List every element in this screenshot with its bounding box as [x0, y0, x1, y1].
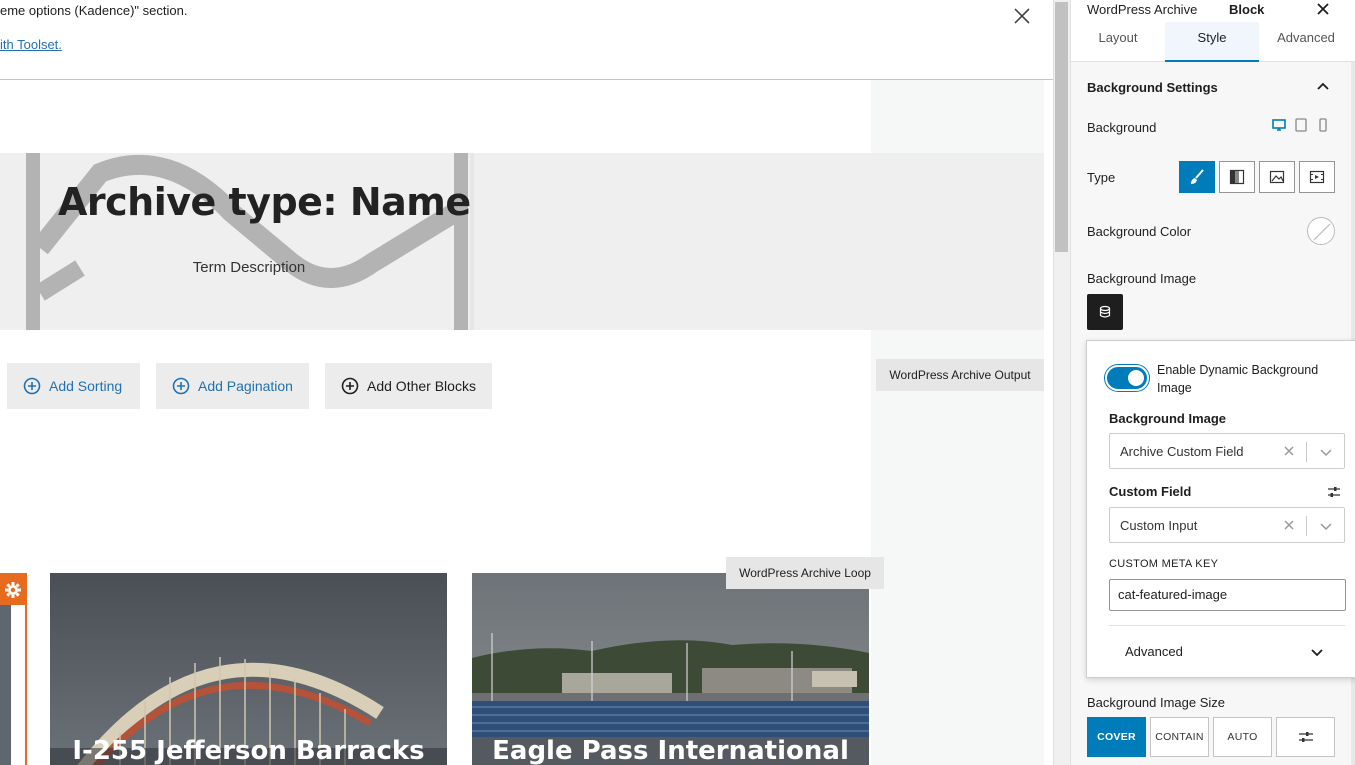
size-cover-button[interactable]: COVER — [1087, 717, 1146, 757]
type-color-button[interactable] — [1179, 161, 1215, 193]
meta-key-label: CUSTOM META KEY — [1109, 558, 1219, 570]
close-icon[interactable] — [1010, 4, 1034, 28]
editor-canvas: eme options (Kadence)" section. ith Tool… — [0, 0, 1053, 765]
sidebar-header: WordPress Archive Block — [1071, 0, 1355, 22]
device-switcher — [1272, 118, 1330, 132]
archive-loop-label[interactable]: WordPress Archive Loop — [726, 557, 884, 589]
archive-output-label[interactable]: WordPress Archive Output — [876, 359, 1044, 391]
background-label: Background — [1087, 120, 1157, 135]
add-pagination-label: Add Pagination — [198, 378, 293, 394]
toggle-label: Enable Dynamic Background Image — [1157, 363, 1319, 395]
desktop-icon[interactable] — [1272, 118, 1286, 132]
type-image-button[interactable] — [1259, 161, 1295, 193]
notice-link[interactable]: ith Toolset. — [0, 37, 62, 52]
page-title: Archive type: Name — [58, 180, 471, 224]
plus-circle-icon — [341, 377, 359, 395]
meta-key-input[interactable]: cat-featured-image — [1109, 579, 1346, 611]
notice-bar: eme options (Kadence)" section. ith Tool… — [0, 0, 1053, 80]
bg-image-heading: Background Image — [1109, 411, 1227, 426]
sliders-icon[interactable] — [1327, 485, 1341, 499]
bg-image-source-select[interactable]: Archive Custom Field — [1109, 433, 1345, 469]
brush-icon — [1191, 169, 1204, 184]
tab-wordpress-archive[interactable]: WordPress Archive — [1087, 2, 1197, 17]
card-title: I-255 Jefferson Barracks — [72, 736, 425, 765]
plus-circle-icon — [172, 377, 190, 395]
bg-color-swatch[interactable] — [1307, 217, 1335, 245]
select-value: Archive Custom Field — [1120, 444, 1244, 459]
type-label: Type — [1087, 170, 1116, 185]
dynamic-content-button[interactable] — [1087, 294, 1123, 330]
sliders-icon — [1298, 732, 1313, 742]
dynamic-image-popover: Enable Dynamic Background Image Backgrou… — [1086, 340, 1355, 678]
plus-circle-icon — [23, 377, 41, 395]
archive-hero[interactable]: Archive type: Name Term Description — [0, 153, 1044, 330]
bg-size-label: Background Image Size — [1087, 695, 1226, 710]
chevron-down-icon[interactable] — [1318, 444, 1334, 460]
bg-image-label: Background Image — [1087, 271, 1197, 286]
add-sorting-label: Add Sorting — [49, 378, 123, 394]
clear-icon[interactable] — [1282, 518, 1296, 532]
loop-item-outline[interactable] — [0, 573, 27, 765]
advanced-toggle[interactable]: Advanced — [1109, 625, 1345, 679]
chevron-down-icon — [1311, 649, 1323, 657]
size-custom-button[interactable] — [1276, 717, 1335, 757]
add-pagination-button[interactable]: Add Pagination — [156, 363, 309, 409]
type-video-button[interactable] — [1299, 161, 1335, 193]
database-icon — [1099, 305, 1111, 318]
section-title[interactable]: Background Settings — [1087, 80, 1218, 95]
tab-block[interactable]: Block — [1229, 2, 1264, 17]
block-subtabs: Layout Style Advanced — [1071, 22, 1355, 62]
editor-scrollbar-thumb[interactable] — [1055, 2, 1068, 252]
tab-layout[interactable]: Layout — [1071, 22, 1165, 62]
size-auto-button[interactable]: AUTO — [1213, 717, 1272, 757]
gear-icon[interactable] — [0, 575, 25, 605]
term-description: Term Description — [192, 259, 306, 276]
app-root: eme options (Kadence)" section. ith Tool… — [0, 0, 1355, 765]
archive-card[interactable]: Eagle Pass International — [472, 573, 869, 765]
clear-icon[interactable] — [1282, 444, 1296, 458]
gradient-icon — [1229, 169, 1245, 185]
settings-sidebar: WordPress Archive Block Layout Style Adv… — [1070, 0, 1355, 765]
custom-field-heading: Custom Field — [1109, 484, 1192, 499]
archive-card[interactable]: I-255 Jefferson Barracks — [50, 573, 447, 765]
add-sorting-button[interactable]: Add Sorting — [7, 363, 140, 409]
tab-advanced[interactable]: Advanced — [1259, 22, 1353, 62]
video-icon — [1309, 170, 1325, 184]
advanced-label: Advanced — [1125, 644, 1183, 659]
close-icon[interactable] — [1314, 0, 1332, 18]
add-other-label: Add Other Blocks — [367, 378, 476, 394]
image-icon — [1269, 170, 1285, 184]
bg-color-label: Background Color — [1087, 224, 1192, 239]
dynamic-bg-toggle[interactable] — [1105, 365, 1149, 391]
type-gradient-button[interactable] — [1219, 161, 1255, 193]
notice-text: eme options (Kadence)" section. — [0, 3, 188, 18]
custom-field-select[interactable]: Custom Input — [1109, 507, 1345, 543]
size-contain-button[interactable]: CONTAIN — [1150, 717, 1209, 757]
add-other-blocks-button[interactable]: Add Other Blocks — [325, 363, 492, 409]
chevron-down-icon[interactable] — [1318, 518, 1334, 534]
tablet-icon[interactable] — [1294, 118, 1308, 132]
chevron-up-icon[interactable] — [1315, 79, 1331, 95]
card-title: Eagle Pass International — [492, 736, 849, 765]
select-value: Custom Input — [1120, 518, 1198, 533]
mobile-icon[interactable] — [1316, 118, 1330, 132]
tab-style[interactable]: Style — [1165, 22, 1259, 62]
